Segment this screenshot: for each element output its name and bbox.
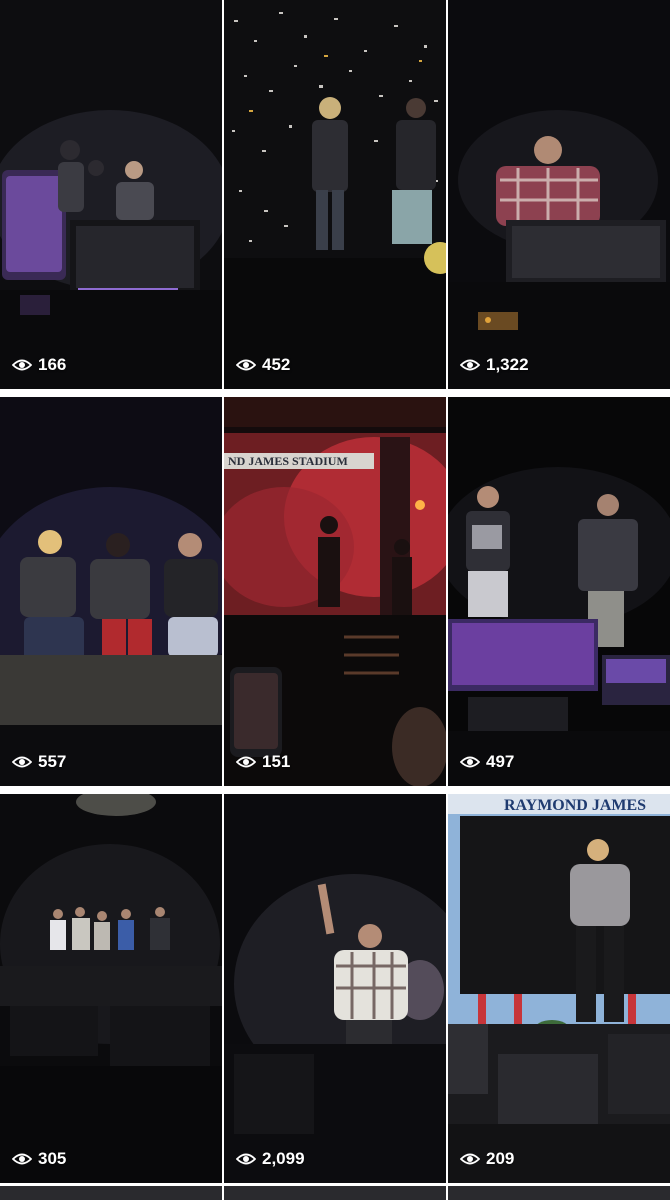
view-count-label: 1,322 bbox=[486, 355, 529, 374]
eye-icon bbox=[236, 359, 256, 371]
eye-icon bbox=[460, 1153, 480, 1165]
video-tile[interactable]: 497 bbox=[448, 397, 670, 786]
eye-icon bbox=[460, 359, 480, 371]
view-count: 452 bbox=[236, 355, 290, 375]
view-count: 1,322 bbox=[460, 355, 529, 375]
eye-icon bbox=[236, 756, 256, 768]
video-thumbnail bbox=[448, 0, 670, 389]
video-thumbnail bbox=[448, 397, 670, 786]
view-count-label: 209 bbox=[486, 1149, 515, 1168]
view-count: 166 bbox=[12, 355, 66, 375]
video-tile-partial[interactable] bbox=[448, 1186, 670, 1200]
video-tile[interactable]: 452 bbox=[224, 0, 446, 389]
video-tile[interactable]: 2,099 bbox=[224, 794, 446, 1183]
video-tile[interactable]: ND JAMES STADIUM 151 bbox=[224, 397, 446, 786]
video-tile[interactable]: RAYMOND JAMES 209 bbox=[448, 794, 670, 1183]
view-count: 557 bbox=[12, 752, 66, 772]
video-tile-partial[interactable] bbox=[0, 1186, 222, 1200]
video-tile[interactable]: 166 bbox=[0, 0, 222, 389]
video-tile[interactable]: 1,322 bbox=[448, 0, 670, 389]
video-thumbnail bbox=[0, 794, 222, 1183]
eye-icon bbox=[12, 359, 32, 371]
view-count-label: 2,099 bbox=[262, 1149, 305, 1168]
video-thumbnail bbox=[0, 397, 222, 786]
view-count-label: 497 bbox=[486, 752, 515, 771]
eye-icon bbox=[460, 756, 480, 768]
video-grid: 166 452 1,322 557 ND JAMES STADIUM 151 4… bbox=[0, 0, 670, 1200]
video-thumbnail: RAYMOND JAMES bbox=[448, 794, 670, 1183]
video-thumbnail bbox=[224, 0, 446, 389]
video-tile-partial[interactable] bbox=[224, 1186, 446, 1200]
view-count: 2,099 bbox=[236, 1149, 305, 1169]
view-count-label: 557 bbox=[38, 752, 67, 771]
eye-icon bbox=[236, 1153, 256, 1165]
view-count-label: 166 bbox=[38, 355, 67, 374]
eye-icon bbox=[12, 756, 32, 768]
stadium-sign-text: RAYMOND JAMES bbox=[504, 797, 646, 814]
view-count-label: 305 bbox=[38, 1149, 67, 1168]
video-thumbnail: ND JAMES STADIUM bbox=[224, 397, 446, 786]
next-row-preview bbox=[0, 1186, 670, 1200]
video-tile[interactable]: 557 bbox=[0, 397, 222, 786]
view-count: 305 bbox=[12, 1149, 66, 1169]
view-count-label: 151 bbox=[262, 752, 291, 771]
view-count: 151 bbox=[236, 752, 290, 772]
video-thumbnail bbox=[0, 0, 222, 389]
view-count: 497 bbox=[460, 752, 514, 772]
eye-icon bbox=[12, 1153, 32, 1165]
video-tile[interactable]: 305 bbox=[0, 794, 222, 1183]
stadium-sign-text: ND JAMES STADIUM bbox=[228, 454, 348, 468]
video-thumbnail bbox=[224, 794, 446, 1183]
view-count: 209 bbox=[460, 1149, 514, 1169]
view-count-label: 452 bbox=[262, 355, 291, 374]
